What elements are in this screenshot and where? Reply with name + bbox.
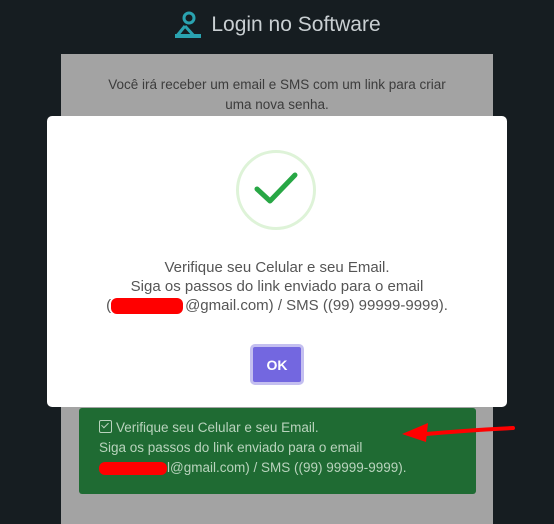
info-text: Você irá receber um email e SMS com um l… (61, 75, 493, 115)
modal-line: Siga os passos do link enviado para o em… (130, 278, 424, 295)
checkbox-icon (99, 420, 112, 433)
alert-line: l@gmail.com) / SMS ((99) 99999-9999). (99, 458, 476, 478)
modal-message: Verifique seu Celular e seu Email. Siga … (47, 258, 507, 315)
redaction-mark (99, 461, 167, 475)
ok-button[interactable]: OK (250, 344, 304, 385)
modal-line: (@gmail.com) / SMS ((99) 99999-9999). (106, 297, 448, 315)
user-settings-icon (175, 11, 202, 39)
success-check-icon (236, 150, 316, 230)
confirmation-modal: Verifique seu Celular e seu Email. Siga … (47, 116, 507, 407)
red-arrow-icon (402, 423, 515, 442)
modal-line: Verifique seu Celular e seu Email. (164, 259, 390, 276)
info-line: uma nova senha. (225, 97, 329, 112)
page-title: Login no Software (211, 13, 381, 36)
redaction-mark (111, 298, 184, 315)
app-header: Login no Software (0, 0, 554, 50)
info-line: Você irá receber um email e SMS com um l… (108, 77, 446, 92)
